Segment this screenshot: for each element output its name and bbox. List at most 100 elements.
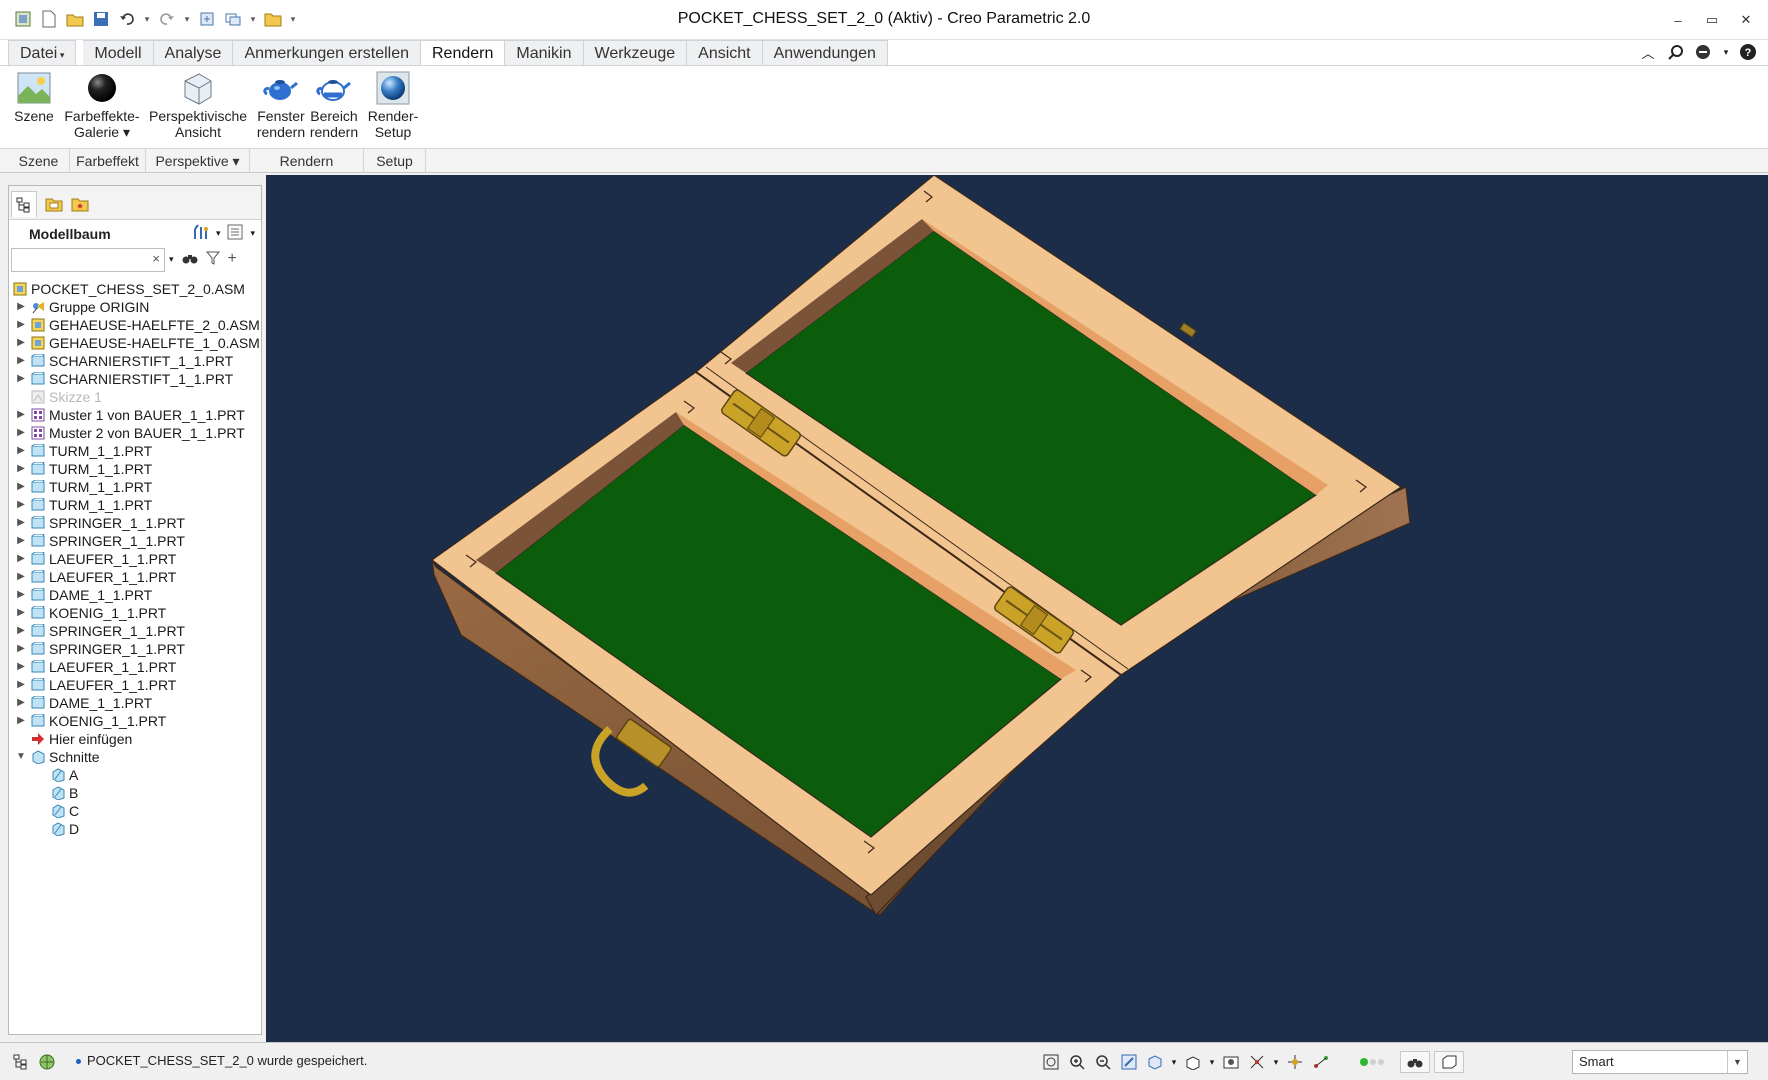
tree-item[interactable]: ▶ SPRINGER_1_1.PRT [11, 640, 259, 658]
tab-manikin[interactable]: Manikin [505, 40, 584, 66]
tree-item[interactable]: B [11, 784, 259, 802]
find-binoculars-icon[interactable] [182, 251, 198, 268]
szene-button[interactable]: Szene [14, 70, 54, 124]
collapse-ribbon-icon[interactable]: ︿ [1638, 42, 1658, 62]
fenster-rendern-button[interactable]: Fenster rendern [254, 70, 308, 140]
expand-triangle-icon[interactable]: ▶ [15, 604, 27, 622]
close-icon[interactable]: ✕ [1736, 10, 1756, 30]
tab-analyse[interactable]: Analyse [153, 40, 234, 66]
zoom-out-icon[interactable] [1092, 1051, 1114, 1073]
bereich-rendern-button[interactable]: Bereich rendern [308, 70, 360, 140]
selection-box-icon[interactable] [1434, 1051, 1464, 1073]
expand-triangle-icon[interactable]: ▶ [15, 442, 27, 460]
expand-triangle-icon[interactable]: ▶ [15, 352, 27, 370]
saved-orientations-icon[interactable] [1182, 1051, 1204, 1073]
tree-item[interactable]: Skizze 1 [11, 388, 259, 406]
tree-item[interactable]: ▶ LAEUFER_1_1.PRT [11, 658, 259, 676]
expand-triangle-icon[interactable]: ▶ [15, 568, 27, 586]
expand-triangle-icon[interactable]: ▶ [15, 658, 27, 676]
expand-triangle-icon[interactable]: ▶ [15, 676, 27, 694]
tree-item[interactable]: ▶ SPRINGER_1_1.PRT [11, 532, 259, 550]
tree-item[interactable]: ▶ SCHARNIERSTIFT_1_1.PRT [11, 370, 259, 388]
tree-item[interactable]: D [11, 820, 259, 838]
datum-display-dropdown-icon[interactable]: ▾ [1272, 1051, 1280, 1073]
file-menu-dropdown-icon[interactable]: ▾ [57, 50, 65, 60]
navigator-toggle-icon[interactable] [10, 1051, 32, 1073]
selection-filter-select[interactable]: Smart ▼ [1572, 1050, 1748, 1074]
search-icon[interactable] [1666, 42, 1686, 62]
expand-triangle-icon[interactable]: ▶ [15, 370, 27, 388]
expand-triangle-icon[interactable]: ▶ [15, 532, 27, 550]
chevron-down-icon[interactable]: ▼ [1727, 1051, 1747, 1073]
model-tree-tab-icon[interactable] [11, 191, 37, 217]
tree-item[interactable]: ▶ KOENIG_1_1.PRT [11, 604, 259, 622]
help-icon[interactable]: ? [1738, 42, 1758, 62]
show-dropdown-icon[interactable]: ▾ [250, 228, 255, 239]
tab-anmerkungen[interactable]: Anmerkungen erstellen [233, 40, 421, 66]
group-perspektive-dropdown[interactable]: Perspektive ▾ [146, 149, 250, 173]
tree-item[interactable]: ▶ TURM_1_1.PRT [11, 442, 259, 460]
tree-item[interactable]: ▶ SPRINGER_1_1.PRT [11, 514, 259, 532]
tree-item[interactable]: ▶ DAME_1_1.PRT [11, 694, 259, 712]
tree-item[interactable]: ▼ Schnitte [11, 748, 259, 766]
expand-triangle-icon[interactable]: ▶ [15, 334, 27, 352]
chess-box-3d-model[interactable] [266, 175, 1768, 1042]
expand-triangle-icon[interactable]: ▶ [15, 298, 27, 316]
tab-ansicht[interactable]: Ansicht [687, 40, 763, 66]
search-dropdown-icon[interactable]: ▾ [169, 254, 174, 265]
settings-dropdown-icon[interactable]: ▾ [216, 228, 221, 239]
tab-werkzeuge[interactable]: Werkzeuge [583, 40, 688, 66]
maximize-icon[interactable]: ▭ [1702, 10, 1722, 30]
filter-icon[interactable] [205, 251, 220, 268]
spin-center-icon[interactable] [1284, 1051, 1306, 1073]
tree-item[interactable]: ▶ GEHAEUSE-HAELFTE_1_0.ASM [11, 334, 260, 352]
perspektivische-ansicht-button[interactable]: Perspektivische Ansicht [149, 70, 247, 140]
expand-triangle-icon[interactable]: ▶ [15, 586, 27, 604]
tree-item[interactable]: ▶ Muster 1 von BAUER_1_1.PRT [11, 406, 259, 424]
community-dropdown-icon[interactable]: ▾ [1722, 42, 1730, 62]
tree-item[interactable]: ▶ LAEUFER_1_1.PRT [11, 568, 259, 586]
saved-orientations-dropdown-icon[interactable]: ▾ [1208, 1051, 1216, 1073]
expand-triangle-icon[interactable]: ▶ [15, 712, 27, 730]
tree-item[interactable]: ▶ SPRINGER_1_1.PRT [11, 622, 259, 640]
expand-triangle-icon[interactable]: ▶ [15, 406, 27, 424]
datum-display-icon[interactable] [1246, 1051, 1268, 1073]
tree-item[interactable]: ▶ TURM_1_1.PRT [11, 478, 259, 496]
community-icon[interactable] [1694, 42, 1714, 62]
expand-triangle-icon[interactable]: ▶ [15, 424, 27, 442]
tree-item[interactable]: Hier einfügen [11, 730, 259, 748]
tree-item[interactable]: ▶ Muster 2 von BAUER_1_1.PRT [11, 424, 259, 442]
favorites-tab-icon[interactable] [67, 191, 93, 217]
clear-search-icon[interactable]: × [152, 251, 160, 266]
tab-modell[interactable]: Modell [83, 40, 154, 66]
graphics-viewport[interactable] [266, 175, 1768, 1042]
tree-item[interactable]: ▶ LAEUFER_1_1.PRT [11, 550, 259, 568]
expand-triangle-icon[interactable]: ▶ [15, 316, 27, 334]
tab-rendern[interactable]: Rendern [421, 40, 506, 66]
farbeffekte-galerie-button[interactable]: Farbeffekte- Galerie ▾ [62, 70, 142, 140]
tree-item[interactable]: A [11, 766, 259, 784]
tree-item[interactable]: ▶ TURM_1_1.PRT [11, 460, 259, 478]
tree-item[interactable]: ▶ DAME_1_1.PRT [11, 586, 259, 604]
tab-anwendungen[interactable]: Anwendungen [762, 40, 888, 66]
display-style-dropdown-icon[interactable]: ▾ [1170, 1051, 1178, 1073]
browser-toggle-icon[interactable] [36, 1051, 58, 1073]
repaint-icon[interactable] [1118, 1051, 1140, 1073]
minimize-icon[interactable]: – [1668, 10, 1688, 30]
zoom-in-icon[interactable] [1066, 1051, 1088, 1073]
expand-triangle-icon[interactable]: ▶ [15, 640, 27, 658]
tree-search-input[interactable]: × [11, 248, 165, 272]
show-icon[interactable] [226, 223, 244, 244]
find-icon[interactable] [1400, 1051, 1430, 1073]
tree-item[interactable]: C [11, 802, 259, 820]
view-manager-icon[interactable] [1220, 1051, 1242, 1073]
expand-triangle-icon[interactable]: ▶ [15, 622, 27, 640]
annotation-display-icon[interactable] [1310, 1051, 1332, 1073]
collapse-triangle-icon[interactable]: ▼ [15, 748, 27, 766]
tree-item[interactable]: ▶ KOENIG_1_1.PRT [11, 712, 259, 730]
tree-item[interactable]: ▶ SCHARNIERSTIFT_1_1.PRT [11, 352, 259, 370]
expand-triangle-icon[interactable]: ▶ [15, 514, 27, 532]
tree-item[interactable]: ▶ GEHAEUSE-HAELFTE_2_0.ASM [11, 316, 260, 334]
add-column-icon[interactable]: + [228, 250, 237, 268]
display-style-icon[interactable] [1144, 1051, 1166, 1073]
